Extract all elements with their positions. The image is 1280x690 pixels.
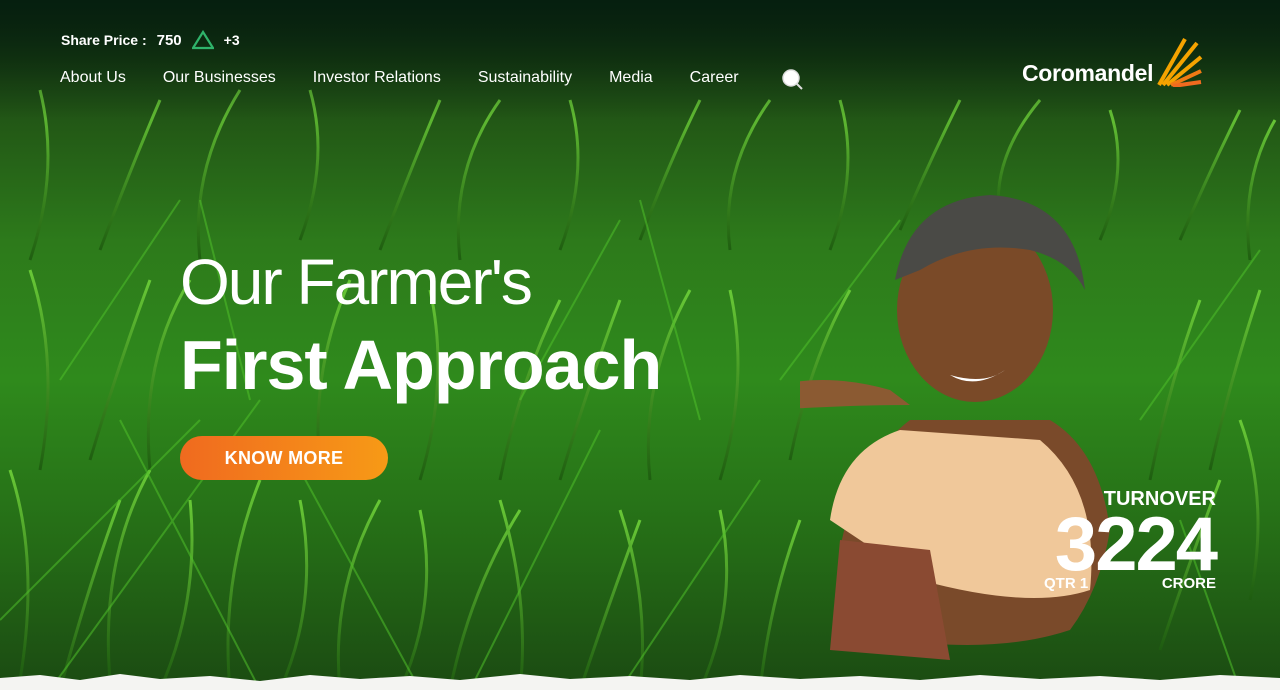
share-price-label: Share Price :	[61, 32, 147, 48]
nav-investor-relations[interactable]: Investor Relations	[313, 69, 441, 87]
know-more-button[interactable]: KNOW MORE	[180, 436, 388, 480]
nav-about-us[interactable]: About Us	[60, 69, 126, 87]
nav-career[interactable]: Career	[690, 69, 739, 87]
up-triangle-icon	[191, 30, 214, 50]
hero-headline-line1: Our Farmer's	[180, 246, 533, 318]
hero-headline-line2: First Approach	[180, 326, 662, 404]
turnover-value: 3224	[1054, 502, 1218, 587]
torn-paper-edge	[0, 674, 1280, 690]
turnover-stat: TURNOVER 3224 QTR 1 CRORE	[1044, 488, 1218, 593]
share-price-ticker: Share Price : 750 +3	[61, 30, 240, 50]
nav-sustainability[interactable]: Sustainability	[478, 69, 572, 87]
turnover-unit: CRORE	[1161, 575, 1216, 593]
search-icon[interactable]	[781, 68, 803, 90]
farmer-photo	[800, 195, 1110, 660]
main-nav: About Us Our Businesses Investor Relatio…	[60, 69, 776, 87]
sun-rays-icon	[1157, 38, 1203, 87]
turnover-period: QTR 1	[1044, 575, 1089, 593]
nav-our-businesses[interactable]: Our Businesses	[163, 69, 276, 87]
nav-media[interactable]: Media	[609, 69, 653, 87]
share-price-change: +3	[223, 32, 240, 48]
brand-name: Coromandel	[1022, 60, 1154, 86]
coromandel-logo[interactable]: Coromandel	[1022, 30, 1203, 87]
share-price-value: 750	[156, 31, 182, 49]
